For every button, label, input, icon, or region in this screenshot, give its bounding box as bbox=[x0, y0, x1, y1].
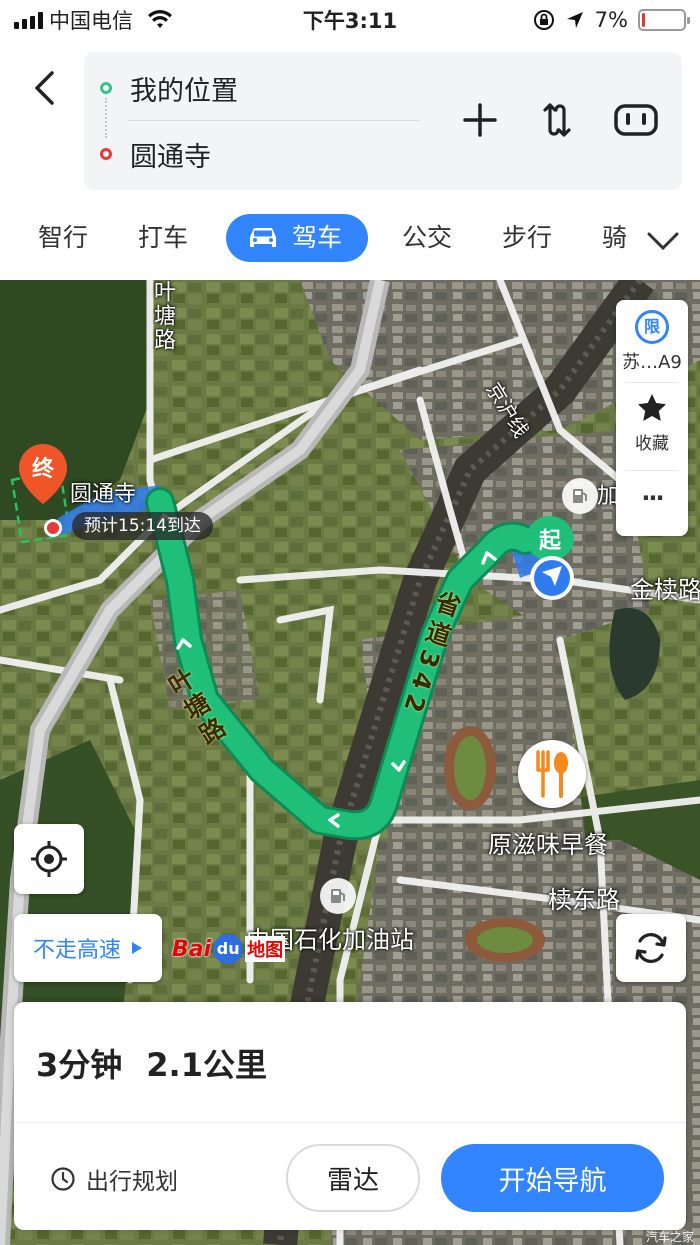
battery-percent: 7% bbox=[594, 8, 628, 32]
status-bar: 中国电信 下午3:11 7% bbox=[0, 0, 700, 40]
trip-plan-label: 出行规划 bbox=[86, 1169, 178, 1195]
map-side-panel: 限 苏…A9 收藏 ··· bbox=[616, 300, 688, 536]
map-label-breakfast: 原滋味早餐 bbox=[488, 831, 608, 859]
carrier-label: 中国电信 bbox=[49, 9, 133, 33]
swap-route-button[interactable] bbox=[535, 98, 579, 142]
wifi-icon bbox=[148, 10, 172, 28]
tab-drive-label: 驾车 bbox=[292, 223, 343, 252]
gas-pump-icon bbox=[573, 489, 587, 503]
map-label-jinlu: 金椟路 bbox=[630, 576, 700, 604]
origin-field[interactable]: 我的位置 bbox=[84, 58, 238, 118]
eta-pill: 预计15:14到达 bbox=[72, 512, 213, 540]
refresh-route-button[interactable] bbox=[616, 914, 686, 982]
route-distance: 2.1公里 bbox=[146, 1046, 267, 1084]
avoid-highway-label: 不走高速 bbox=[32, 938, 121, 963]
tab-drive[interactable]: 驾车 bbox=[226, 214, 368, 262]
clock-icon bbox=[51, 1167, 75, 1191]
favorite-button[interactable]: 收藏 bbox=[616, 392, 688, 454]
rotation-lock-icon bbox=[533, 10, 554, 30]
paw-icon: du bbox=[213, 934, 244, 964]
refresh-icon bbox=[635, 933, 667, 963]
car-icon bbox=[250, 228, 276, 247]
traffic-limit-button[interactable]: 限 苏…A9 bbox=[616, 310, 688, 374]
gas-station-poi[interactable] bbox=[562, 478, 598, 514]
radar-button[interactable]: 雷达 bbox=[286, 1144, 420, 1212]
battery-level bbox=[642, 13, 646, 27]
limit-icon: 限 bbox=[635, 310, 669, 344]
locate-button[interactable] bbox=[14, 824, 84, 894]
limit-text: 苏…A9 bbox=[622, 352, 682, 373]
map-label-dudong: 椟东路 bbox=[548, 886, 620, 914]
card-divider bbox=[14, 1122, 686, 1123]
location-arrow-icon bbox=[566, 12, 583, 28]
route-divider bbox=[128, 120, 420, 121]
end-pin-label: 终 bbox=[32, 456, 55, 482]
origin-dot-icon bbox=[100, 82, 112, 94]
breakfast-poi[interactable] bbox=[518, 740, 586, 808]
tab-taxi[interactable]: 打车 bbox=[138, 214, 188, 262]
cell-signal-icon bbox=[14, 11, 43, 29]
more-button[interactable]: ··· bbox=[616, 484, 688, 512]
tab-walk[interactable]: 步行 bbox=[502, 214, 552, 262]
tabs-expand-button[interactable] bbox=[646, 220, 680, 268]
sinopec-poi[interactable] bbox=[320, 878, 356, 914]
end-marker-icon: 终 bbox=[19, 444, 67, 537]
watermark: 汽车之家 bbox=[645, 1230, 694, 1244]
route-summary: 3分钟 2.1公里 bbox=[36, 1040, 267, 1086]
origin-pin[interactable]: 起 bbox=[522, 514, 578, 608]
destination-dot-icon bbox=[100, 148, 112, 160]
start-pin-label: 起 bbox=[538, 529, 562, 554]
destination-field[interactable]: 圆通寺 bbox=[84, 124, 211, 184]
add-stop-button[interactable] bbox=[458, 98, 502, 142]
route-input-box: 我的位置 圆通寺 bbox=[84, 52, 682, 190]
back-button[interactable] bbox=[24, 66, 64, 110]
back-icon bbox=[35, 71, 54, 105]
origin-label: 我的位置 bbox=[130, 75, 238, 107]
play-triangle-icon bbox=[132, 942, 142, 954]
add-icon bbox=[463, 103, 497, 137]
gas-pump-icon bbox=[331, 889, 345, 903]
tab-bus[interactable]: 公交 bbox=[402, 214, 452, 262]
map-label-temple: 圆通寺 bbox=[70, 482, 137, 507]
restaurant-icon bbox=[536, 750, 568, 798]
tab-ride[interactable]: 骑 bbox=[602, 214, 627, 262]
swap-icon bbox=[543, 103, 571, 137]
chevron-down-icon bbox=[647, 232, 679, 251]
start-navigation-button[interactable]: 开始导航 bbox=[441, 1144, 664, 1212]
route-options-button[interactable] bbox=[612, 98, 660, 142]
start-marker-icon: 起 bbox=[526, 516, 574, 600]
avoid-highway-button[interactable]: 不走高速 bbox=[14, 914, 162, 982]
battery-icon bbox=[638, 9, 690, 31]
star-icon bbox=[638, 394, 666, 421]
route-summary-card[interactable]: 3分钟 2.1公里 出行规划 雷达 开始导航 bbox=[14, 1002, 686, 1230]
tab-smart[interactable]: 智行 bbox=[38, 214, 88, 262]
transport-mode-tabs: 智行 打车 驾车 公交 步行 骑 bbox=[0, 206, 700, 270]
destination-label: 圆通寺 bbox=[130, 141, 211, 173]
baidu-map-logo: Bai du 地图 bbox=[172, 934, 286, 964]
destination-pin[interactable]: 终 bbox=[16, 442, 70, 542]
favorite-label: 收藏 bbox=[635, 434, 669, 454]
route-options-icon bbox=[614, 104, 658, 136]
trip-plan-button[interactable]: 出行规划 bbox=[50, 1162, 178, 1196]
crosshair-icon bbox=[31, 841, 67, 877]
route-duration: 3分钟 bbox=[36, 1046, 123, 1084]
road-label-yetang-top: 叶塘路 bbox=[150, 280, 175, 352]
